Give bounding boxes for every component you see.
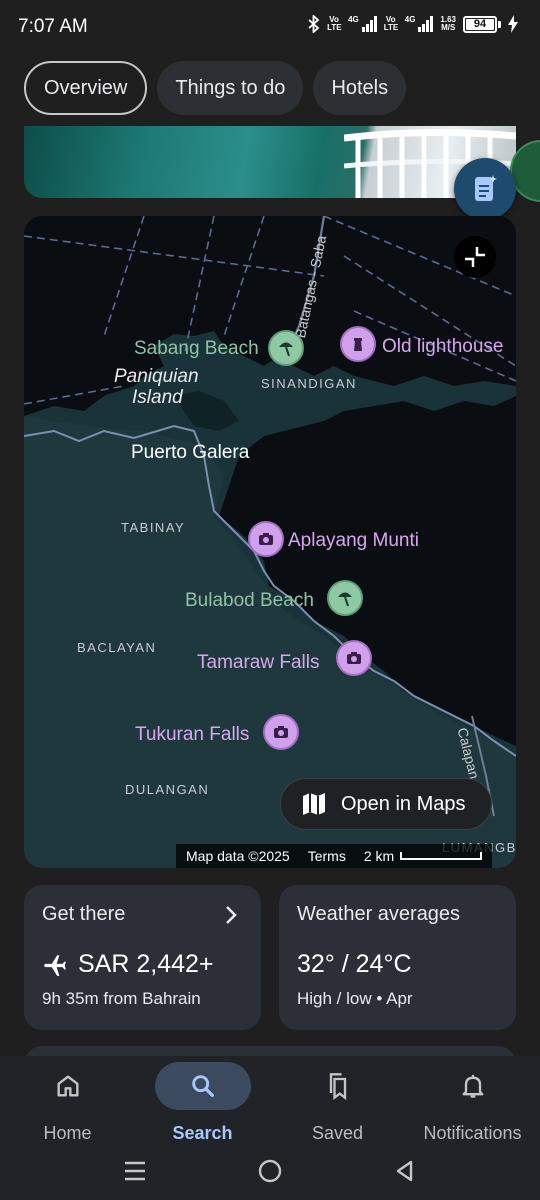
poi-label-tukuran-falls[interactable]: Tukuran Falls <box>135 724 249 746</box>
search-icon <box>191 1075 214 1097</box>
recents-button[interactable] <box>120 1156 150 1186</box>
nav-notifications-label: Notifications <box>423 1123 522 1143</box>
battery-icon: 94 <box>463 15 497 33</box>
weather-temps: 32° / 24°C <box>297 950 412 978</box>
nav-home-label: Home <box>43 1123 92 1143</box>
system-navigation-bar <box>0 1146 540 1200</box>
get-there-title: Get there <box>42 903 126 925</box>
camera-icon <box>259 533 273 545</box>
tab-hotels[interactable]: Hotels <box>313 61 407 115</box>
camera-icon <box>274 726 288 738</box>
status-bar: 7:07 AM Vo LTE 4G Vo LTE 4G 1.63 M/S 94 <box>0 0 540 56</box>
back-button[interactable] <box>390 1156 420 1186</box>
bookmarks-icon <box>329 1073 346 1100</box>
place-label-paniquian: Paniquian Island <box>114 366 199 408</box>
volte-indicator-2: Vo LTE <box>383 15 399 32</box>
get-there-card[interactable]: Get there SAR 2,442+ 9h 35m from Bahrain <box>24 885 261 1030</box>
weather-title: Weather averages <box>297 903 461 925</box>
home-icon <box>57 1075 79 1097</box>
map-scale-bar <box>400 852 483 860</box>
chevron-right-icon <box>226 906 237 924</box>
home-system-button[interactable] <box>255 1156 285 1186</box>
lighthouse-icon <box>354 338 362 351</box>
tab-bar: Overview Things to do Hotels <box>24 61 407 115</box>
map-attribution-bar: Map data ©2025 Terms 2 km <box>176 844 493 868</box>
tab-overview[interactable]: Overview <box>24 61 148 115</box>
beach-umbrella-icon <box>338 592 352 607</box>
nav-saved-label: Saved <box>311 1123 364 1143</box>
poi-label-bulabod-beach[interactable]: Bulabod Beach <box>185 590 314 612</box>
circle-home-icon <box>258 1159 282 1183</box>
back-triangle-icon <box>396 1160 413 1182</box>
poi-label-old-lighthouse[interactable]: Old lighthouse <box>382 336 503 358</box>
place-label-sinandigan: SINANDIGAN <box>261 376 357 391</box>
poi-pin-tamaraw-falls[interactable] <box>336 640 372 676</box>
volte-indicator-1: Vo LTE <box>327 15 342 32</box>
network-speed: 1.63 M/S <box>440 15 456 32</box>
nav-saved[interactable]: Saved <box>270 1062 405 1144</box>
weather-detail: High / low • Apr <box>297 989 413 1008</box>
map-terms-link[interactable]: Terms <box>308 848 346 864</box>
poi-pin-aplayang-munti[interactable] <box>248 521 284 557</box>
bluetooth-icon <box>308 15 320 33</box>
place-label-baclayan: BACLAYAN <box>77 640 157 655</box>
airplane-icon <box>44 954 66 976</box>
status-time: 7:07 AM <box>18 16 88 37</box>
nav-home[interactable]: Home <box>0 1062 135 1144</box>
collapse-map-button[interactable] <box>454 236 496 278</box>
charging-icon <box>508 15 518 33</box>
map-scale-label: 2 km <box>363 848 395 864</box>
tab-things-to-do[interactable]: Things to do <box>157 61 304 115</box>
place-label-dulangan: DULANGAN <box>125 782 210 797</box>
flight-detail: 9h 35m from Bahrain <box>42 989 201 1008</box>
collapse-icon <box>465 247 485 267</box>
place-label-puerto-galera: Puerto Galera <box>131 442 250 463</box>
open-in-maps-label: Open in Maps <box>341 792 466 815</box>
place-label-tabinay: TABINAY <box>121 520 186 535</box>
nav-notifications[interactable]: Notifications <box>405 1062 540 1144</box>
map-attribution: Map data ©2025 <box>186 848 290 864</box>
poi-pin-bulabod-beach[interactable] <box>327 580 363 616</box>
camera-icon <box>347 652 361 664</box>
poi-label-tamaraw-falls[interactable]: Tamaraw Falls <box>197 652 319 674</box>
poi-label-aplayang-munti[interactable]: Aplayang Munti <box>288 530 419 552</box>
map-view[interactable]: Batangas - Saba Calapan Road Sabang Beac… <box>24 216 516 868</box>
flight-price: SAR 2,442+ <box>78 950 214 978</box>
poi-pin-sabang-beach[interactable] <box>268 330 304 366</box>
hero-photo[interactable] <box>24 126 516 198</box>
weather-card[interactable]: Weather averages 32° / 24°C High / low •… <box>279 885 516 1030</box>
bell-icon <box>462 1074 483 1098</box>
beach-umbrella-icon <box>279 342 293 357</box>
poi-label-sabang-beach[interactable]: Sabang Beach <box>134 338 259 360</box>
nav-search[interactable]: Search <box>135 1062 270 1144</box>
open-in-maps-button[interactable]: Open in Maps <box>280 778 492 830</box>
signal-icon-1: 4G <box>348 16 377 32</box>
signal-icon-2: 4G <box>405 16 434 32</box>
map-fold-icon <box>303 793 325 815</box>
poi-pin-tukuran-falls[interactable] <box>263 714 299 750</box>
status-icons: Vo LTE 4G Vo LTE 4G 1.63 M/S 94 <box>308 15 518 33</box>
nav-search-label: Search <box>172 1123 233 1143</box>
notes-fab[interactable] <box>454 158 516 220</box>
document-sparkle-icon <box>475 175 497 201</box>
poi-pin-old-lighthouse[interactable] <box>340 326 376 362</box>
recents-icon <box>125 1161 145 1181</box>
